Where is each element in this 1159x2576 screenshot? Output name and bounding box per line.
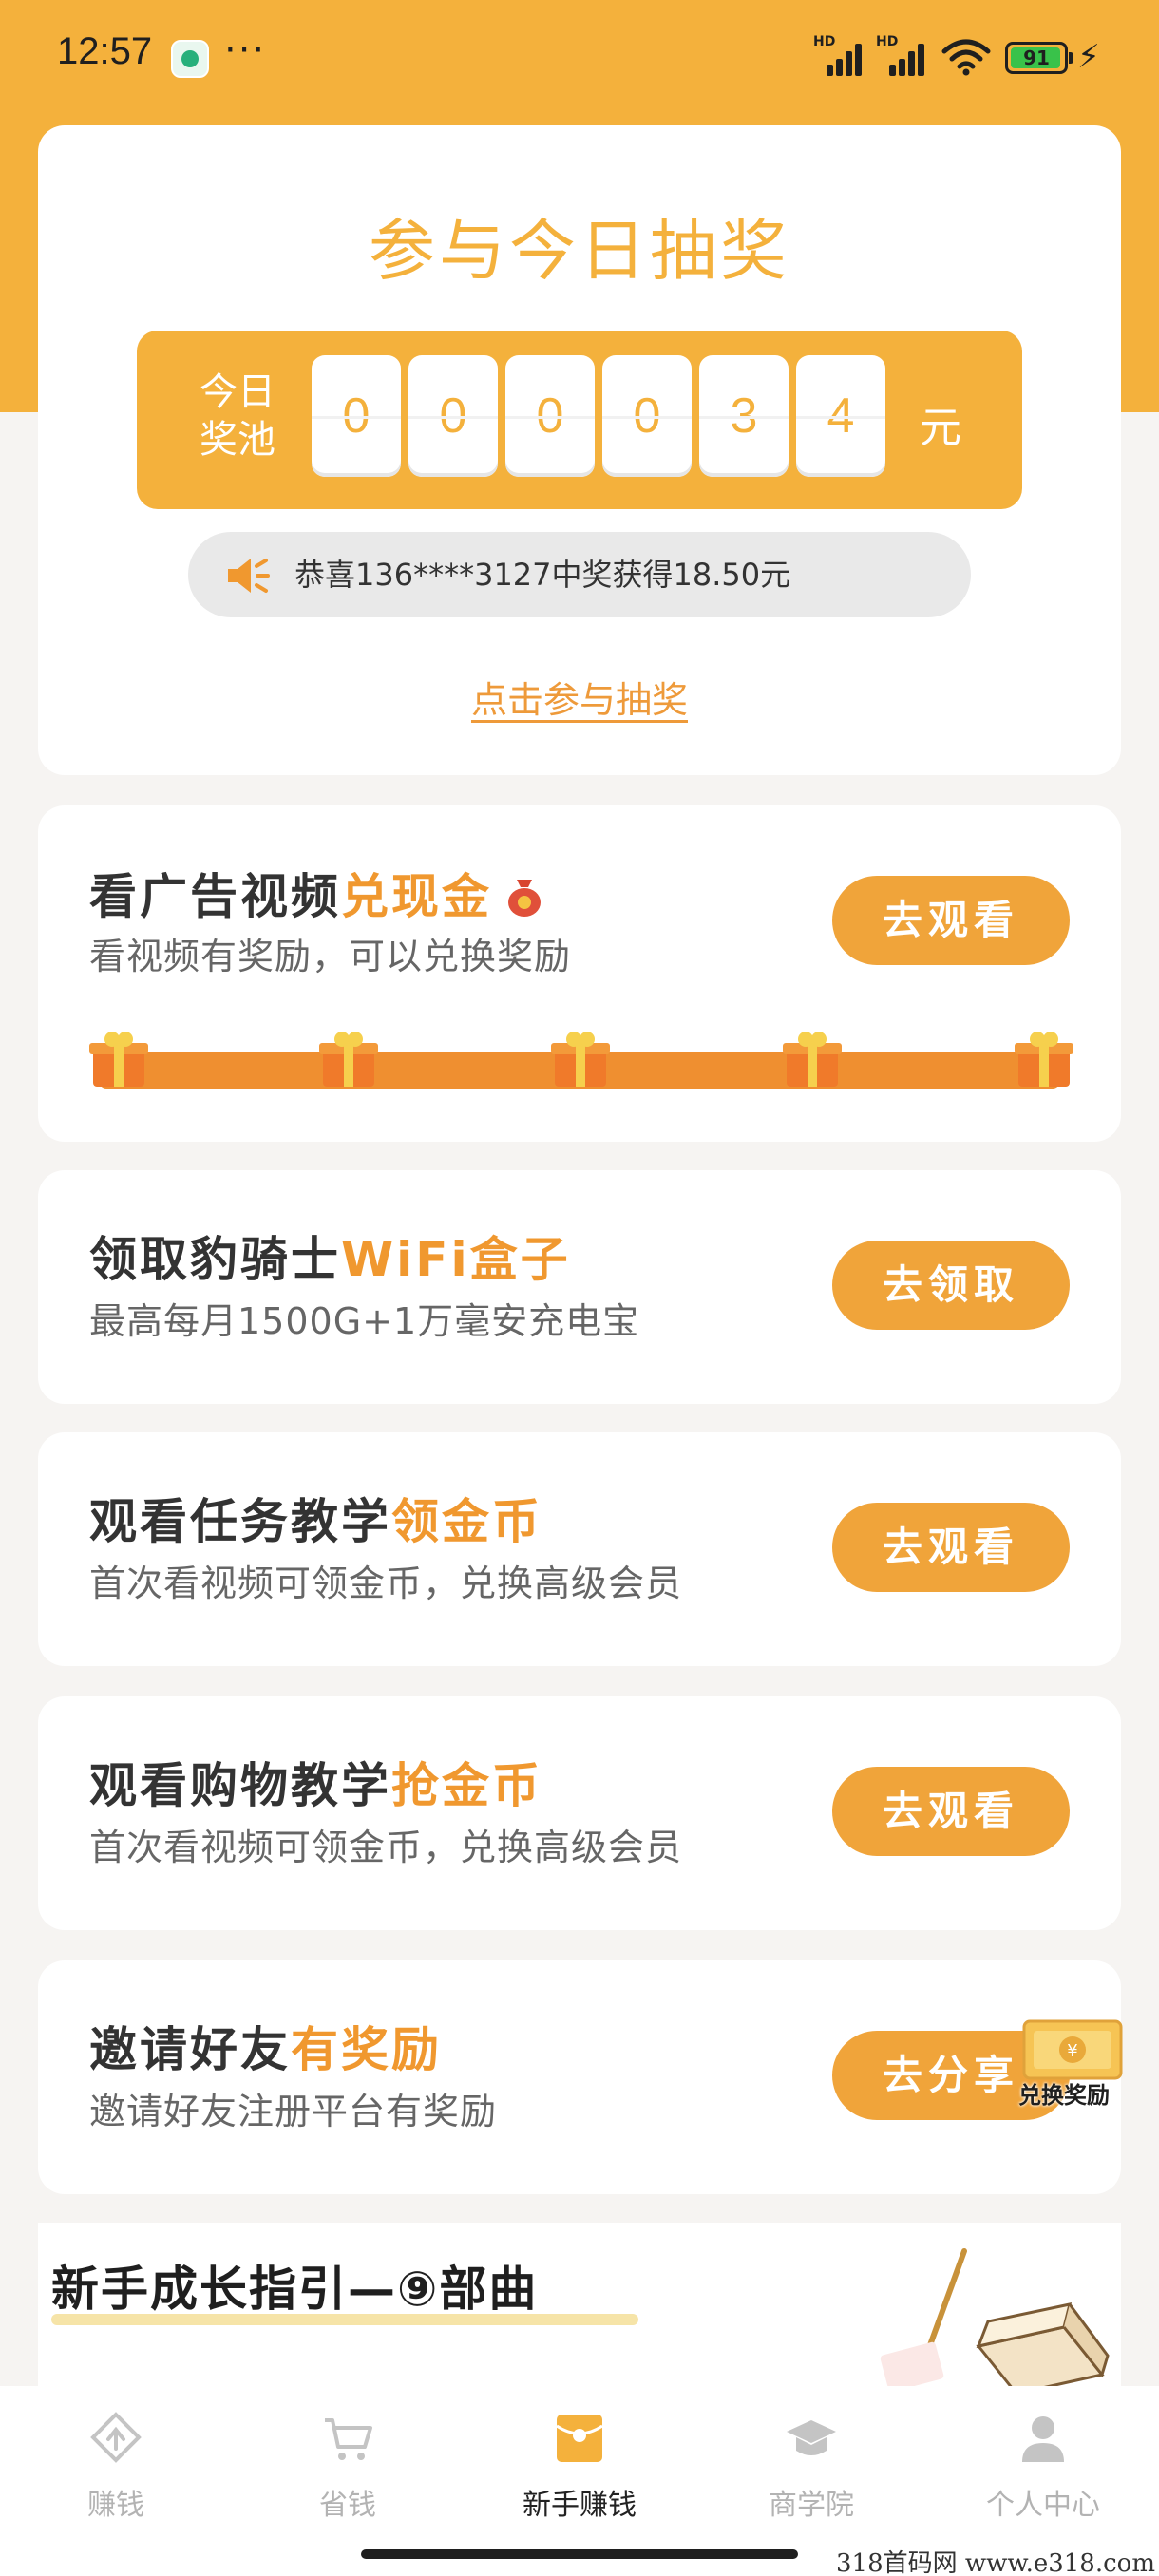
watch-button[interactable]: 去观看 xyxy=(832,1767,1070,1856)
task-title: 观看购物教学抢金币 xyxy=(89,1758,542,1813)
task-title: 领取豹骑士WiFi盒子 xyxy=(89,1232,571,1287)
task-title: 看广告视频兑现金 xyxy=(89,859,543,927)
money-bag-icon xyxy=(508,879,541,917)
gift-icon xyxy=(783,1032,842,1087)
task-subtitle: 看视频有奖励，可以兑换奖励 xyxy=(89,936,572,977)
cart-icon xyxy=(325,2418,372,2460)
task-subtitle: 首次看视频可领金币，兑换高级会员 xyxy=(89,1563,683,1604)
red-envelope-icon xyxy=(556,2415,603,2462)
gift-icon xyxy=(319,1032,378,1087)
watch-button[interactable]: 去观看 xyxy=(832,1503,1070,1592)
nav-label: 赚钱 xyxy=(87,2489,144,2522)
nav-label: 省钱 xyxy=(319,2489,376,2522)
task-title: 观看任务教学领金币 xyxy=(89,1494,542,1549)
status-bar: 12:57 ··· HD HD 91 ⚡ xyxy=(0,0,1159,114)
pool-digit: 0 xyxy=(505,355,595,477)
ticker-text: 恭喜136****3127中奖获得18.50元 xyxy=(294,557,791,593)
task-title: 邀请好友有奖励 xyxy=(89,2022,442,2077)
nav-item-profile[interactable]: 个人中心 xyxy=(927,2386,1159,2529)
pool-digit: 0 xyxy=(602,355,692,477)
nav-item-beginner-earn[interactable]: 新手赚钱 xyxy=(464,2386,695,2529)
task-card-wifi-box: 领取豹骑士WiFi盒子 最高每月1500G+1万毫安充电宝 去领取 xyxy=(38,1170,1121,1404)
svg-text:¥: ¥ xyxy=(1067,2041,1077,2061)
task-card-invite-friends: 邀请好友有奖励 邀请好友注册平台有奖励 去分享 xyxy=(38,1960,1121,2194)
wifi-icon xyxy=(941,39,991,76)
more-notifications-icon: ··· xyxy=(224,28,267,72)
nav-label: 个人中心 xyxy=(986,2489,1100,2522)
pool-digit: 0 xyxy=(312,355,401,477)
prize-pool: 今日奖池 0 0 0 0 3 4 元 xyxy=(137,331,1022,509)
claim-button[interactable]: 去领取 xyxy=(832,1241,1070,1330)
pool-unit: 元 xyxy=(920,404,961,452)
pool-digit: 4 xyxy=(796,355,885,477)
prize-pool-label: 今日奖池 xyxy=(200,370,276,462)
gift-icon xyxy=(1015,1032,1074,1087)
task-subtitle: 邀请好友注册平台有奖励 xyxy=(89,2091,498,2132)
pool-digit: 3 xyxy=(699,355,788,477)
clock: 12:57 xyxy=(57,30,153,72)
gift-icon xyxy=(89,1032,148,1087)
lottery-card: 参与今日抽奖 今日奖池 0 0 0 0 3 4 元 恭喜136****3127中… xyxy=(38,125,1121,775)
winner-ticker: 恭喜136****3127中奖获得18.50元 xyxy=(188,532,971,617)
earn-icon xyxy=(90,2412,142,2463)
exchange-reward-label[interactable]: 兑换奖励 xyxy=(1018,2076,1110,2110)
watermark: 318首码网 www.e318.com xyxy=(836,2549,1155,2576)
book-quill-illustration xyxy=(880,2248,1110,2394)
notification-app-icon xyxy=(171,40,209,78)
task-subtitle: 最高每月1500G+1万毫安充电宝 xyxy=(89,1300,640,1342)
speaker-icon xyxy=(228,559,270,593)
battery-icon: 91 xyxy=(1005,42,1074,74)
watch-button[interactable]: 去观看 xyxy=(832,876,1070,965)
charging-icon: ⚡ xyxy=(1077,38,1100,76)
nav-item-academy[interactable]: 商学院 xyxy=(695,2386,927,2529)
person-icon xyxy=(1022,2416,1064,2462)
nav-label: 商学院 xyxy=(769,2489,854,2522)
lottery-title: 参与今日抽奖 xyxy=(369,212,790,290)
pool-digit: 0 xyxy=(408,355,498,477)
task-card-shopping-tutorial: 观看购物教学抢金币 首次看视频可领金币，兑换高级会员 去观看 xyxy=(38,1696,1121,1930)
nav-label: 新手赚钱 xyxy=(522,2489,636,2522)
home-indicator[interactable] xyxy=(361,2549,798,2559)
nav-item-earn[interactable]: 赚钱 xyxy=(0,2386,232,2529)
task-card-task-tutorial: 观看任务教学领金币 首次看视频可领金币，兑换高级会员 去观看 xyxy=(38,1432,1121,1666)
beginner-guide-section: 新手成长指引—⑨部曲 xyxy=(38,2223,1121,2394)
nav-item-save[interactable]: 省钱 xyxy=(232,2386,464,2529)
task-subtitle: 首次看视频可领金币，兑换高级会员 xyxy=(89,1827,683,1868)
graduation-cap-icon xyxy=(787,2420,836,2455)
join-lottery-link[interactable]: 点击参与抽奖 xyxy=(38,671,1121,723)
gift-icon xyxy=(551,1032,610,1087)
task-card-watch-ads: 看广告视频兑现金 看视频有奖励，可以兑换奖励 去观看 xyxy=(38,805,1121,1142)
signal-icon-2: HD xyxy=(876,34,929,76)
guide-title: 新手成长指引—⑨部曲 xyxy=(51,2262,539,2317)
signal-icon: HD xyxy=(813,34,866,76)
